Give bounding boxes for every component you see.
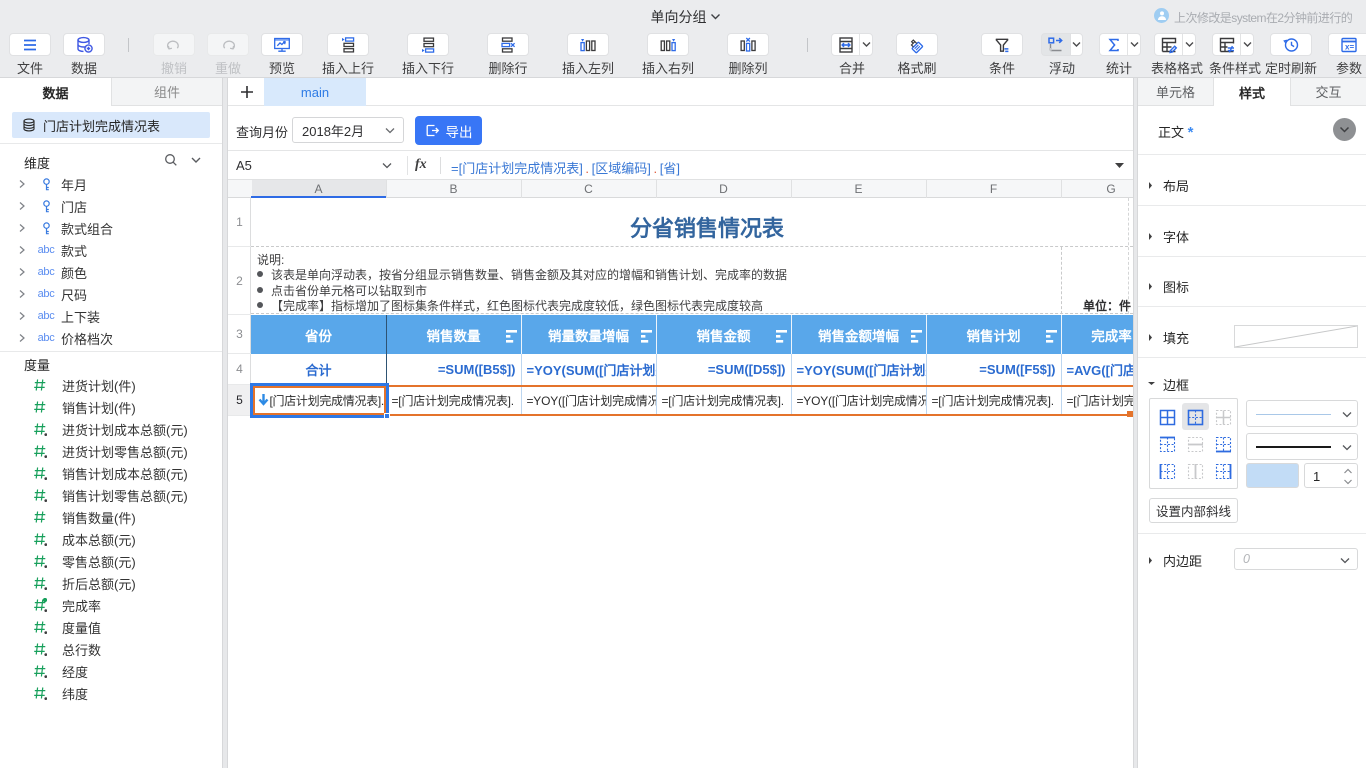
svg-text:x=: x=	[1345, 42, 1354, 51]
